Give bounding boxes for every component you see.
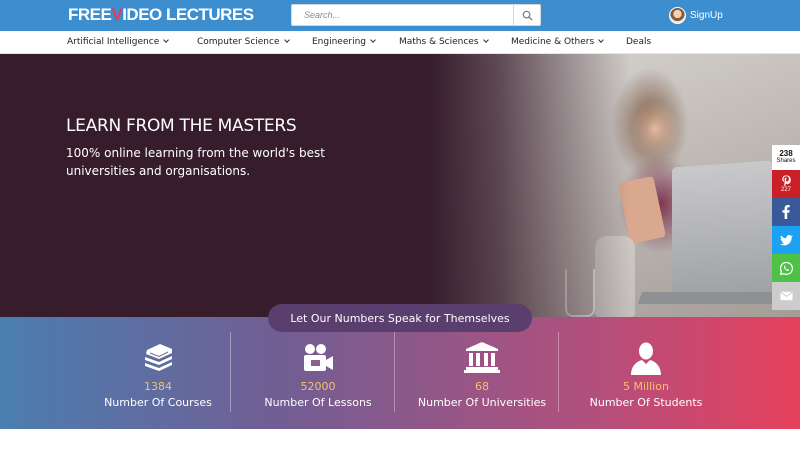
video-camera-icon [304,344,333,371]
stat-divider [230,332,231,412]
stat-value: 5 Million [623,380,669,393]
email-icon [779,291,793,301]
signup-label: SignUp [690,9,723,21]
site-logo[interactable]: FREEVIDEO LECTURES [68,5,254,25]
stat-students: 5 Million Number Of Students [564,317,728,429]
search-button[interactable] [513,5,540,25]
email-share-button[interactable] [772,282,800,310]
stat-label: Number Of Students [589,396,703,409]
nav-label: Maths & Sciences [399,37,479,47]
stat-label: Number Of Courses [104,396,212,409]
share-count-label: Shares [776,158,796,164]
hero-title: LEARN FROM THE MASTERS [66,116,297,136]
stat-label: Number Of Lessons [264,396,372,409]
logo-text-free: FREE [68,5,112,24]
facebook-share-button[interactable] [772,198,800,226]
hero-subtitle: 100% online learning from the world's be… [66,146,325,178]
top-bar: FREEVIDEO LECTURES SignUp [0,0,800,31]
stat-label: Number Of Universities [417,396,547,409]
laptop-image [672,160,772,304]
hero-photo-fade [430,54,630,317]
twitter-icon [779,234,793,245]
stat-divider [558,332,559,412]
facebook-icon [782,205,790,219]
share-count-number: 238 [779,149,793,158]
nav-label: Engineering [312,37,366,47]
chevron-down-icon [482,37,489,43]
twitter-share-button[interactable] [772,226,800,254]
user-avatar [669,6,686,24]
nav-item-maths-sciences[interactable]: Maths & Sciences [399,37,489,47]
whatsapp-icon [779,261,793,275]
nav-item-computer-science[interactable]: Computer Science [197,37,290,47]
chevron-down-icon [598,37,605,43]
search-icon [522,10,533,21]
stat-value: 68 [475,380,489,393]
nav-label: Computer Science [197,37,280,47]
stat-courses: 1384 Number Of Courses [76,317,240,429]
nav-label: Artificial Intelligence [67,37,160,47]
stat-value: 52000 [300,380,336,393]
laptop-base-image [637,292,783,304]
stats-section: Let Our Numbers Speak for Themselves 138… [0,304,800,429]
search-input[interactable] [292,5,512,25]
chevron-down-icon [163,37,170,43]
hero-banner: LEARN FROM THE MASTERS 100% online learn… [0,54,800,317]
category-nav: Artificial Intelligence Computer Science… [0,31,800,54]
chevron-down-icon [283,37,290,43]
signup-link[interactable]: SignUp [669,6,723,24]
share-sidebar: 238 Shares 227 [772,145,800,310]
search-box [291,4,541,26]
nav-label: Deals [626,37,652,47]
pinterest-count: 227 [780,186,791,193]
whatsapp-share-button[interactable] [772,254,800,282]
nav-item-artificial-intelligence[interactable]: Artificial Intelligence [67,37,170,47]
nav-item-medicine-others[interactable]: Medicine & Others [511,37,605,47]
stat-value: 1384 [144,380,172,393]
stat-lessons: 52000 Number Of Lessons [236,317,400,429]
student-icon [631,342,661,375]
pinterest-icon [781,174,791,187]
nav-label: Medicine & Others [511,37,595,47]
stat-divider [394,332,395,412]
logo-text-video-lectures: IDEO LECTURES [122,5,254,24]
stat-universities: 68 Number Of Universities [400,317,564,429]
logo-v-mark: V [111,5,123,24]
books-icon [145,344,172,371]
nav-item-engineering[interactable]: Engineering [312,37,376,47]
nav-item-deals[interactable]: Deals [626,37,651,47]
pinterest-share-button[interactable]: 227 [772,170,800,198]
share-count: 238 Shares [772,145,800,170]
chevron-down-icon [370,37,376,43]
university-icon [464,342,500,373]
